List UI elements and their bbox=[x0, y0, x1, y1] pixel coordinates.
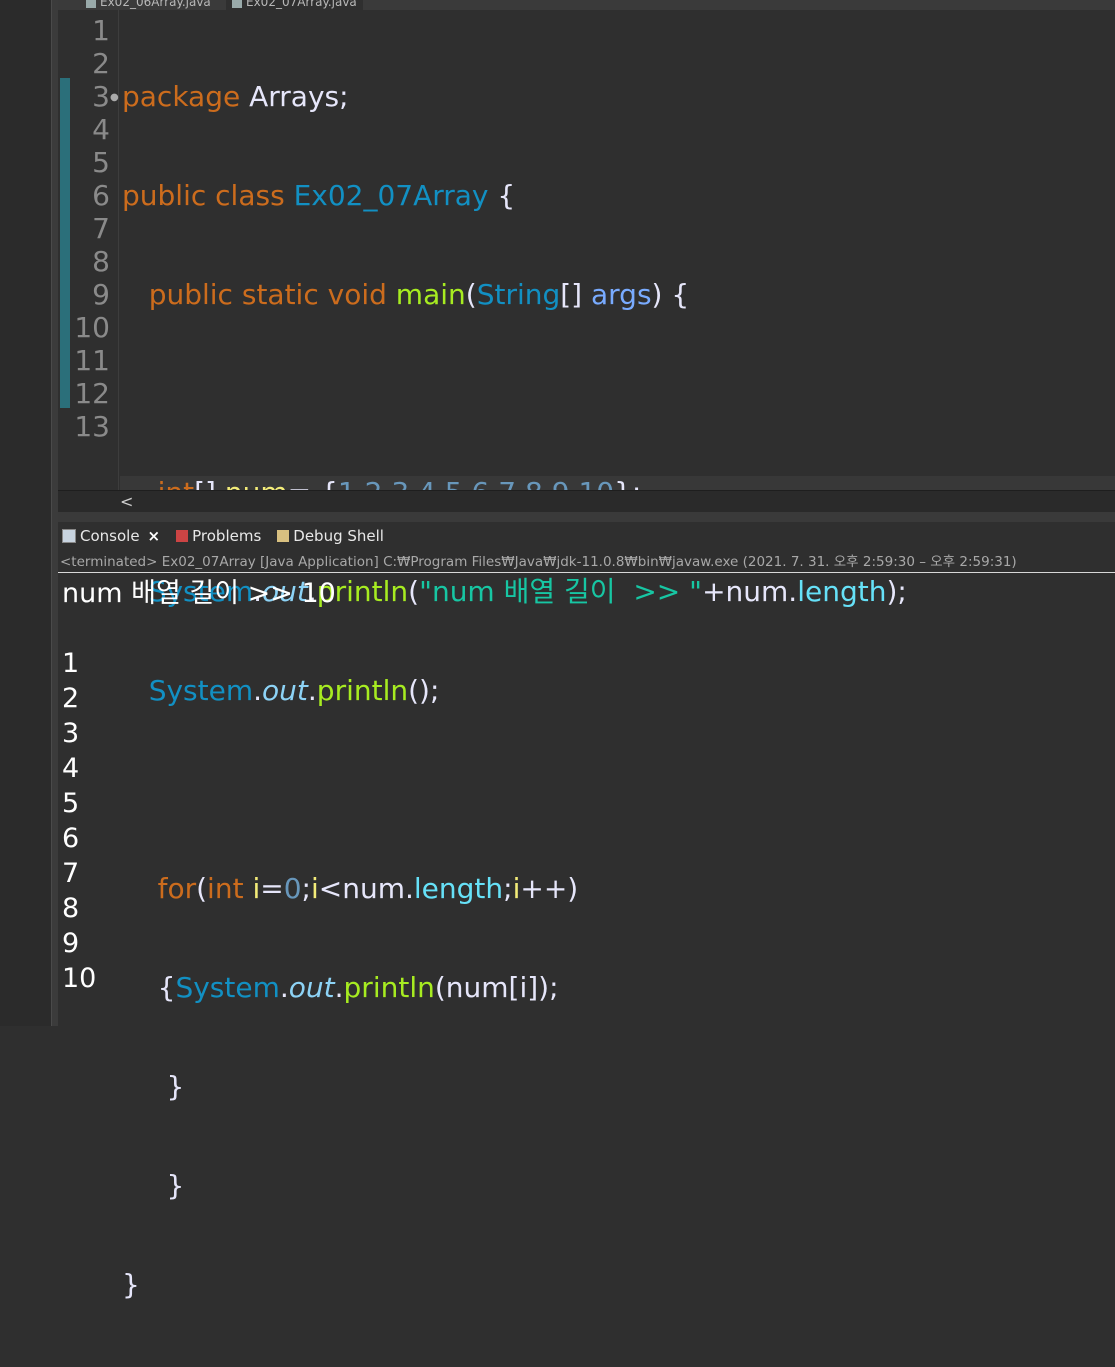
console-line: 10 bbox=[62, 963, 97, 994]
tab-debug-shell[interactable]: Debug Shell bbox=[277, 527, 384, 545]
fold-collapse-icon[interactable]: ● bbox=[110, 92, 119, 103]
line-number: 8 bbox=[92, 245, 110, 278]
code-editor[interactable]: 1 2 3 4 5 6 7 8 9 10 11 12 13 ● package … bbox=[58, 10, 1115, 1301]
scroll-left-arrow-icon[interactable]: < bbox=[120, 491, 133, 513]
code-line-2: public class Ex02_07Array { bbox=[122, 179, 516, 212]
console-line: num 배열 길이 >> 10 bbox=[62, 578, 336, 609]
line-number: 11 bbox=[74, 344, 110, 377]
line-number: 1 bbox=[92, 14, 110, 47]
line-number: 10 bbox=[74, 311, 110, 344]
line-number-ruler: 1 2 3 4 5 6 7 8 9 10 11 12 13 ● bbox=[58, 10, 119, 490]
console-line: 7 bbox=[62, 858, 80, 889]
code-line-13: } bbox=[122, 1268, 140, 1301]
console-status: <terminated> Ex02_07Array [Java Applicat… bbox=[58, 552, 1115, 573]
console-line: 4 bbox=[62, 753, 80, 784]
line-number: 6 bbox=[92, 179, 110, 212]
left-panel bbox=[0, 0, 51, 1026]
java-file-icon bbox=[232, 0, 242, 8]
line-number: 13 bbox=[74, 410, 110, 443]
horizontal-scrollbar[interactable]: < bbox=[58, 490, 1115, 513]
code-line-11: } bbox=[122, 1070, 185, 1103]
line-numbers: 1 2 3 4 5 6 7 8 9 10 11 12 13 bbox=[58, 14, 110, 443]
console-line: 6 bbox=[62, 823, 80, 854]
line-number: 9 bbox=[92, 278, 110, 311]
tab-ex02-06array[interactable]: Ex02_06Array.java bbox=[86, 0, 211, 10]
console-line: 3 bbox=[62, 718, 80, 749]
code-line-12: } bbox=[122, 1169, 185, 1202]
console-line: 8 bbox=[62, 893, 80, 924]
console-output[interactable]: num 배열 길이 >> 10 1 2 3 4 5 6 7 8 9 10 bbox=[62, 576, 1115, 996]
line-number: 12 bbox=[74, 377, 110, 410]
java-file-icon bbox=[86, 0, 96, 8]
code-line-3: public static void main(String[] args) { bbox=[148, 278, 690, 311]
tab-console[interactable]: Console × bbox=[62, 527, 160, 545]
line-number: 7 bbox=[92, 212, 110, 245]
tab-ex02-07array[interactable]: Ex02_07Array.java bbox=[226, 0, 363, 10]
line-number: 5 bbox=[92, 146, 110, 179]
console-icon bbox=[62, 529, 76, 543]
debug-shell-icon bbox=[277, 530, 290, 542]
line-number: 3 bbox=[92, 80, 110, 113]
console-tab-bar: Console × Problems Debug Shell bbox=[58, 522, 1115, 550]
editor-tab-strip: Ex02_06Array.java Ex02_07Array.java bbox=[58, 0, 1115, 10]
console-line: 5 bbox=[62, 788, 80, 819]
line-number: 2 bbox=[92, 47, 110, 80]
console-line: 1 bbox=[62, 648, 80, 679]
code-line-1: package Arrays; bbox=[122, 80, 349, 113]
problems-icon bbox=[176, 530, 189, 542]
view-sash[interactable] bbox=[58, 512, 1115, 522]
close-icon[interactable]: × bbox=[148, 527, 161, 545]
panel-divider[interactable] bbox=[51, 0, 58, 1026]
tab-problems[interactable]: Problems bbox=[176, 527, 261, 545]
line-number: 4 bbox=[92, 113, 110, 146]
console-line: 9 bbox=[62, 928, 80, 959]
console-line: 2 bbox=[62, 683, 80, 714]
